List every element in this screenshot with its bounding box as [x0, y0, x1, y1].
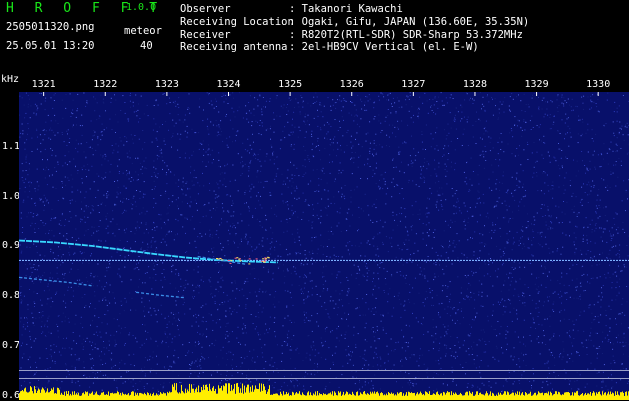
y-tick-label: 1.0 — [2, 192, 20, 202]
lower-guide-line-1 — [19, 370, 629, 371]
antenna-value: : 2el-HB9CV Vertical (el. E-W) — [289, 42, 479, 53]
x-tick-label: 1322 — [93, 80, 117, 90]
y-axis-label: kHz — [1, 75, 19, 85]
observer-label: Observer — [180, 4, 231, 15]
app-version: 1.0.0 — [126, 3, 156, 13]
spectrogram-plot — [19, 92, 629, 400]
x-tick-label: 1329 — [525, 80, 549, 90]
x-tick-label: 1321 — [32, 80, 56, 90]
datetime: 25.05.01 13:20 — [6, 41, 95, 52]
receiver-label: Receiver — [180, 30, 231, 41]
filename: 2505011320.png — [6, 22, 95, 33]
x-tick-label: 1326 — [340, 80, 364, 90]
y-tick-label: 0.8 — [2, 291, 20, 301]
location-value: : Ogaki, Gifu, JAPAN (136.60E, 35.35N) — [289, 17, 529, 28]
header: H R O F F T 1.0.0 2505011320.png 25.05.0… — [0, 0, 629, 72]
observer-value: : Takanori Kawachi — [289, 4, 403, 15]
meteor-trace — [19, 277, 93, 286]
y-tick-label: 1.1 — [2, 142, 20, 152]
x-tick-label: 1323 — [155, 80, 179, 90]
y-tick-label: 0.7 — [2, 341, 20, 351]
antenna-label: Receiving antenna — [180, 42, 287, 53]
meteor-count: 40 — [140, 41, 153, 52]
x-tick-label: 1330 — [586, 80, 610, 90]
x-tick-label: 1327 — [401, 80, 425, 90]
x-tick-label: 1325 — [278, 80, 302, 90]
x-tick-label: 1328 — [463, 80, 487, 90]
location-label: Receiving Location — [180, 17, 294, 28]
activity-bars — [19, 383, 629, 400]
meteor-trace — [136, 292, 185, 298]
lower-guide-line-2 — [19, 378, 629, 379]
y-tick-label: 0.9 — [2, 241, 20, 251]
x-tick-label: 1324 — [216, 80, 240, 90]
spectrogram-svg — [19, 92, 629, 400]
noise-speckle — [19, 92, 629, 400]
meteor-label: meteor — [124, 26, 162, 37]
receiver-value: : R820T2(RTL-SDR) SDR-Sharp 53.372MHz — [289, 30, 523, 41]
